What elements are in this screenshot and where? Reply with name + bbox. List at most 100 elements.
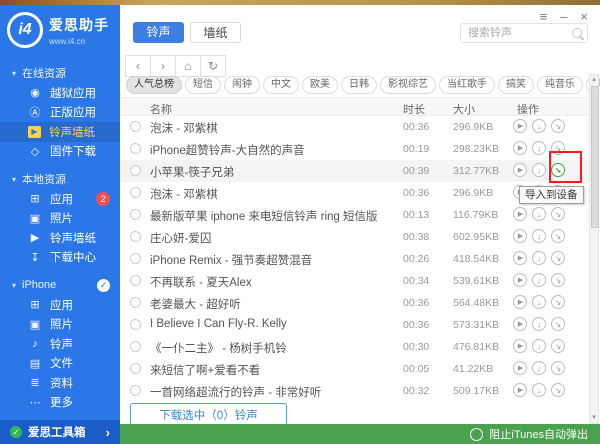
download-button[interactable]: ↓ (532, 251, 546, 265)
ringtone-row[interactable]: 不再联系 - 夏天Alex 00:34 539.61KB ▶ ↓ ↘ (120, 270, 589, 292)
download-button[interactable]: ↓ (532, 141, 546, 155)
download-button[interactable]: ↓ (532, 383, 546, 397)
search-input[interactable] (466, 26, 572, 40)
sidebar-section-header[interactable]: ▾在线资源 (0, 63, 120, 83)
import-to-device-button[interactable]: ↘ (551, 119, 565, 133)
row-checkbox[interactable] (130, 385, 141, 396)
row-checkbox[interactable] (130, 253, 141, 264)
search-icon[interactable] (572, 28, 582, 38)
sidebar-item-photos[interactable]: ▣ 照片 (0, 209, 120, 229)
sidebar-item-iphone-apps[interactable]: ⊞ 应用 (0, 295, 120, 315)
ringtone-row[interactable]: 来短信了啊+爱看不看 00:05 41.22KB ▶ ↓ ↘ (120, 358, 589, 380)
sidebar-section-header[interactable]: ▾本地资源 (0, 169, 120, 189)
sidebar-item-download-center[interactable]: ↧ 下载中心 (0, 248, 120, 268)
row-checkbox[interactable] (130, 275, 141, 286)
sidebar-item-iphone-photos[interactable]: ▣ 照片 (0, 315, 120, 335)
ringtone-row[interactable]: 《一仆二主》 - 杨树手机铃 00:30 476.81KB ▶ ↓ ↘ (120, 336, 589, 358)
ringtone-row[interactable]: 一首网络超流行的铃声 - 非常好听 00:32 509.17KB ▶ ↓ ↘ (120, 380, 589, 402)
close-icon[interactable]: × (580, 10, 588, 24)
category-tab-4[interactable]: 欧美 (302, 76, 338, 94)
play-button[interactable]: ▶ (513, 273, 527, 287)
download-button[interactable]: ↓ (532, 361, 546, 375)
import-to-device-button[interactable]: ↘ (551, 229, 565, 243)
play-button[interactable]: ▶ (513, 251, 527, 265)
import-to-device-button[interactable]: ↘ (551, 339, 565, 353)
download-button[interactable]: ↓ (532, 273, 546, 287)
sidebar-item-iphone-files[interactable]: ▤ 文件 (0, 354, 120, 374)
ringtone-row[interactable]: iPhone超赞铃声-大自然的声音 00:19 298.23KB ▶ ↓ ↘ (120, 138, 589, 160)
category-tab-7[interactable]: 当红歌手 (439, 76, 495, 94)
sidebar-item-genuine-apps[interactable]: Ⓐ 正版应用 (0, 103, 120, 123)
row-checkbox[interactable] (130, 363, 141, 374)
import-to-device-button[interactable]: ↘ (551, 295, 565, 309)
download-button[interactable]: ↓ (532, 339, 546, 353)
import-to-device-button[interactable]: ↘ (551, 361, 565, 375)
play-button[interactable]: ▶ (513, 317, 527, 331)
block-itunes-checkbox[interactable] (470, 428, 483, 441)
minimize-icon[interactable]: – (560, 10, 567, 24)
row-checkbox[interactable] (130, 121, 141, 132)
category-tab-9[interactable]: 纯音乐 (537, 76, 583, 94)
sidebar-item-iphone-more[interactable]: ⋯ 更多 (0, 393, 120, 413)
category-tab-8[interactable]: 搞笑 (498, 76, 534, 94)
category-tab-3[interactable]: 中文 (263, 76, 299, 94)
download-button[interactable]: ↓ (532, 163, 546, 177)
row-checkbox[interactable] (130, 297, 141, 308)
back-button[interactable]: ‹ (125, 55, 151, 77)
scroll-down-icon[interactable]: ▾ (590, 413, 598, 423)
scroll-up-icon[interactable]: ▴ (590, 75, 598, 85)
import-to-device-button[interactable]: ↘ (551, 251, 565, 265)
row-checkbox[interactable] (130, 143, 141, 154)
play-button[interactable]: ▶ (513, 141, 527, 155)
sidebar-item-jailbreak-apps[interactable]: ◉ 越狱应用 (0, 83, 120, 103)
home-button[interactable]: ⌂ (175, 55, 201, 77)
ringtone-row[interactable]: iPhone Remix - 强节奏超赞混音 00:26 418.54KB ▶ … (120, 248, 589, 270)
download-button[interactable]: ↓ (532, 207, 546, 221)
ringtone-row[interactable]: I Believe I Can Fly-R. Kelly 00:36 573.3… (120, 314, 589, 336)
category-tab-0[interactable]: 人气总榜 (126, 76, 182, 94)
row-checkbox[interactable] (130, 319, 141, 330)
play-button[interactable]: ▶ (513, 339, 527, 353)
play-button[interactable]: ▶ (513, 163, 527, 177)
row-checkbox[interactable] (130, 231, 141, 242)
row-checkbox[interactable] (130, 341, 141, 352)
sidebar-item-iphone-info[interactable]: ≣ 资料 (0, 373, 120, 393)
forward-button[interactable]: › (150, 55, 176, 77)
scrollbar[interactable]: ▴ ▾ (589, 74, 599, 424)
sidebar-item-toolbox[interactable]: ✓ 爱思工具箱 › (0, 420, 120, 444)
scrollbar-thumb[interactable] (591, 86, 599, 228)
ringtone-row[interactable]: 庄心妍-爱囚 00:38 602.95KB ▶ ↓ ↘ (120, 226, 589, 248)
ringtone-row[interactable]: 泡沫 - 邓紫棋 00:36 296.9KB ▶ ↓ ↘ (120, 116, 589, 138)
play-button[interactable]: ▶ (513, 119, 527, 133)
category-tab-5[interactable]: 日韩 (341, 76, 377, 94)
sidebar-item-firmware-download[interactable]: ◇ 固件下载 (0, 142, 120, 162)
sidebar-item-apps[interactable]: ⊞ 应用 2 (0, 189, 120, 209)
download-button[interactable]: ↓ (532, 119, 546, 133)
import-to-device-button[interactable]: ↘ (551, 383, 565, 397)
import-to-device-button[interactable]: ↘ (551, 317, 565, 331)
category-tab-1[interactable]: 短信 (185, 76, 221, 94)
category-tab-6[interactable]: 影视综艺 (380, 76, 436, 94)
download-button[interactable]: ↓ (532, 295, 546, 309)
ringtone-row[interactable]: 老婆最大 - 超好听 00:36 564.48KB ▶ ↓ ↘ (120, 292, 589, 314)
import-to-device-button[interactable]: ↘ (551, 273, 565, 287)
sidebar-item-ringtones-wallpapers[interactable]: ▶ 铃声墙纸 (0, 122, 120, 142)
row-checkbox[interactable] (130, 209, 141, 220)
import-to-device-button[interactable]: ↘ (551, 207, 565, 221)
ringtone-row[interactable]: 最新版苹果 iphone 来电短信铃声 ring 短信版 00:13 116.7… (120, 204, 589, 226)
menu-icon[interactable]: ≡ (540, 10, 548, 24)
play-button[interactable]: ▶ (513, 229, 527, 243)
download-button[interactable]: ↓ (532, 317, 546, 331)
sidebar-section-header[interactable]: ▾iPhone✓ (0, 275, 120, 295)
download-button[interactable]: ↓ (532, 229, 546, 243)
row-checkbox[interactable] (130, 187, 141, 198)
play-button[interactable]: ▶ (513, 361, 527, 375)
ringtone-row[interactable]: 小苹果-筷子兄弟 00:39 312.77KB ▶ ↓ ↘ (120, 160, 589, 182)
sidebar-item-iphone-ringtones[interactable]: ♪ 铃声 (0, 334, 120, 354)
sidebar-item-ringtones-wallpapers-local[interactable]: ▶ 铃声墙纸 (0, 228, 120, 248)
play-button[interactable]: ▶ (513, 295, 527, 309)
category-tab-2[interactable]: 闹钟 (224, 76, 260, 94)
row-checkbox[interactable] (130, 165, 141, 176)
tab-wallpapers[interactable]: 墙纸 (190, 22, 241, 43)
refresh-button[interactable]: ↻ (200, 55, 226, 77)
